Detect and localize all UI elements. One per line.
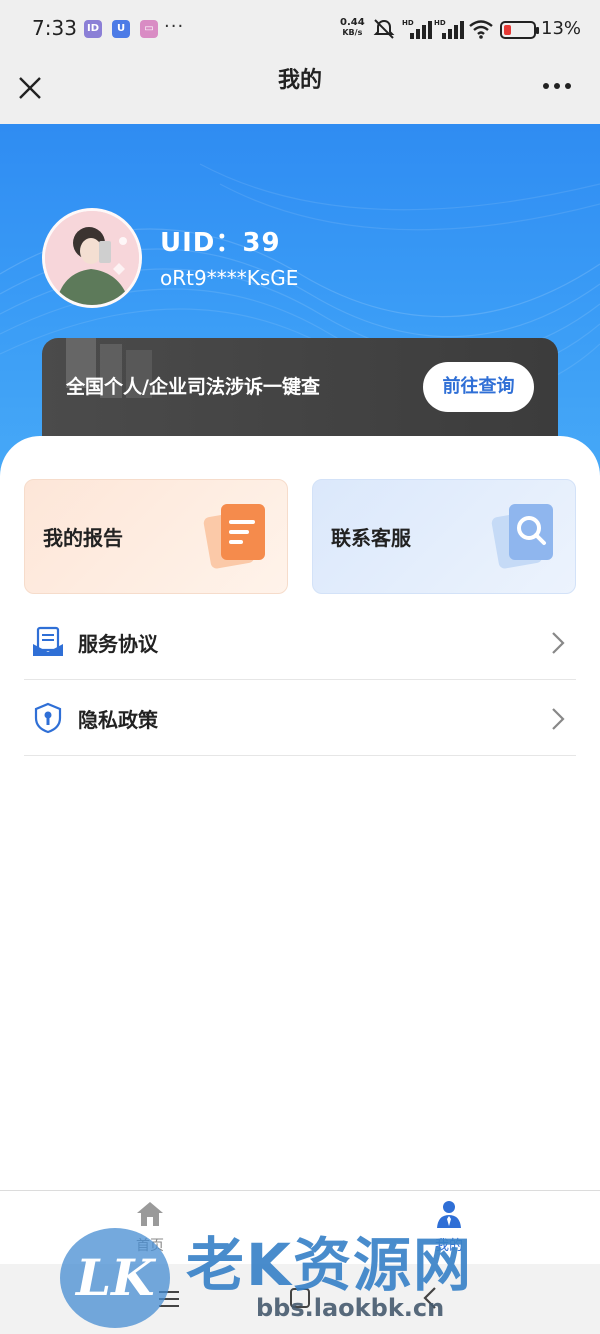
report-icon [203,504,265,569]
go-query-button[interactable]: 前往查询 [423,362,534,412]
wifi-icon [469,20,493,39]
chevron-right-icon [552,708,565,730]
page-title: 我的 [277,68,322,93]
battery-level [504,25,511,35]
chevron-right-icon [552,632,565,654]
contact-service-card[interactable]: 联系客服 [312,479,576,594]
battery-icon [500,21,539,39]
service-agreement-row[interactable]: 服务协议 [24,604,576,680]
notification-app-icon: U [112,20,130,38]
privacy-policy-row[interactable]: 隐私政策 [24,680,576,756]
top-navbar: 我的 [0,58,600,124]
network-speed-value: 0.44 [340,17,365,28]
notification-app-icon: ID [84,20,102,38]
my-report-card[interactable]: 我的报告 [24,479,288,594]
signal-icon-2: HD [434,19,464,39]
main-content: 我的报告 联系客服 服务协议 隐私政策 [0,436,600,1190]
watermark-logo-text: LK [76,1248,155,1307]
agreement-icon [33,626,63,656]
mute-icon [373,19,395,39]
lawsuit-query-banner[interactable]: 全国个人/企业司法涉诉一键查 前往查询 [42,338,558,438]
customer-service-icon [491,504,553,569]
svg-text:HD: HD [402,19,414,27]
svg-text:HD: HD [434,19,446,27]
network-speed: 0.44 KB/s [340,18,365,38]
notification-app-icon: ▭ [140,20,158,38]
network-speed-unit: KB/s [342,28,363,37]
user-openid: oRt9****KsGE [160,266,299,290]
watermark-brand: 老K资源网 [186,1231,473,1299]
privacy-shield-icon [34,702,62,734]
watermark-url: bbs.laokbk.cn [256,1294,445,1322]
privacy-policy-label: 隐私政策 [78,708,158,732]
status-bar: 7:33 ID U ▭ ··· 0.44 KB/s HD HD 13% [0,0,600,58]
user-uid: UID：39 [160,228,281,258]
avatar[interactable] [42,208,142,308]
contact-service-label: 联系客服 [331,526,411,550]
notification-more-icon: ··· [164,16,185,37]
more-icon[interactable] [540,76,574,96]
home-icon [137,1202,163,1226]
service-agreement-label: 服务协议 [78,632,158,656]
battery-percent: 13% [541,18,582,39]
status-time: 7:33 [32,16,77,40]
signal-icon: HD [402,19,432,39]
banner-text: 全国个人/企业司法涉诉一键查 [66,376,320,398]
my-report-label: 我的报告 [43,526,123,550]
